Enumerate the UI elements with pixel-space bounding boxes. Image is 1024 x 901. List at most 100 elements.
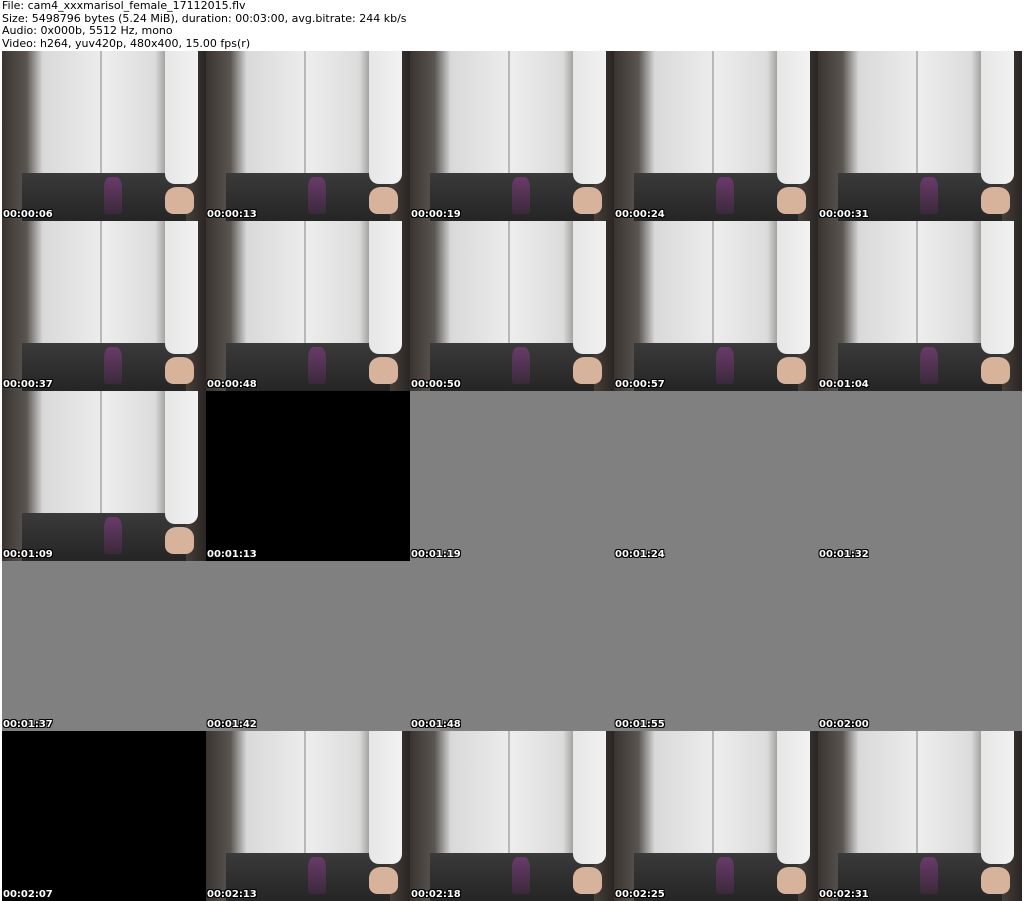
timestamp-label: 00:01:32: [819, 549, 869, 560]
frame-image: [818, 391, 1022, 561]
frame-image: [410, 221, 614, 391]
frame-bottle: [716, 856, 735, 895]
thumbnail-frame: 00:01:48: [410, 561, 614, 731]
frame-hand: [369, 187, 398, 215]
frame-zip: [507, 221, 510, 344]
frame-zip: [711, 731, 714, 854]
thumbnail-frame: 00:01:19: [410, 391, 614, 561]
frame-hand: [981, 187, 1010, 215]
frame-hand: [777, 187, 806, 215]
thumbnail-frame: 00:00:19: [410, 51, 614, 221]
frame-hand: [573, 867, 602, 895]
frame-sleeve: [777, 731, 810, 864]
timestamp-label: 00:00:50: [411, 379, 461, 390]
audio-info-line: Audio: 0x000b, 5512 Hz, mono: [2, 24, 173, 37]
thumbnail-frame: 00:01:24: [614, 391, 818, 561]
frame-sleeve: [369, 51, 402, 184]
frame-sleeve: [981, 731, 1014, 864]
timestamp-label: 00:02:00: [819, 719, 869, 730]
timestamp-label: 00:00:31: [819, 209, 869, 220]
thumbnail-frame: 00:01:32: [818, 391, 1022, 561]
frame-bottle: [104, 516, 123, 555]
frame-zip: [303, 51, 306, 174]
timestamp-label: 00:01:48: [411, 719, 461, 730]
file-name-line: File: cam4_xxxmarisol_female_17112015.fl…: [2, 0, 246, 12]
frame-image: [614, 561, 818, 731]
frame-bottle: [308, 176, 327, 215]
frame-hand: [573, 357, 602, 385]
thumbnail-frame: 00:02:13: [206, 731, 410, 901]
thumbnail-frame: 00:01:37: [2, 561, 206, 731]
frame-image: [2, 391, 206, 561]
frame-sleeve: [777, 221, 810, 354]
frame-image: [206, 561, 410, 731]
thumbnail-frame: 00:02:00: [818, 561, 1022, 731]
frame-bottle: [512, 856, 531, 895]
frame-bottle: [512, 346, 531, 385]
frame-hand: [777, 357, 806, 385]
frame-sleeve: [981, 51, 1014, 184]
frame-hand: [369, 357, 398, 385]
frame-sleeve: [573, 221, 606, 354]
frame-zip: [915, 731, 918, 854]
frame-sleeve: [369, 731, 402, 864]
frame-zip: [303, 221, 306, 344]
thumbnail-frame: 00:02:31: [818, 731, 1022, 901]
frame-bottle: [920, 346, 939, 385]
frame-bottle: [920, 856, 939, 895]
timestamp-label: 00:02:25: [615, 889, 665, 900]
timestamp-label: 00:02:18: [411, 889, 461, 900]
frame-image: [2, 221, 206, 391]
video-info-line: Video: h264, yuv420p, 480x400, 15.00 fps…: [2, 36, 251, 50]
thumbnail-frame: 00:01:04: [818, 221, 1022, 391]
frame-sleeve: [777, 51, 810, 184]
frame-zip: [915, 51, 918, 174]
frame-bottle: [104, 176, 123, 215]
frame-image: [818, 731, 1022, 901]
timestamp-label: 00:00:13: [207, 209, 257, 220]
timestamp-label: 00:02:07: [3, 889, 53, 900]
frame-image: [818, 561, 1022, 731]
thumbnail-frame: 00:00:37: [2, 221, 206, 391]
frame-hand: [165, 187, 194, 215]
timestamp-label: 00:01:04: [819, 379, 869, 390]
timestamp-label: 00:01:13: [207, 549, 257, 560]
frame-image: [206, 51, 410, 221]
frame-image: [818, 221, 1022, 391]
frame-image: [410, 391, 614, 561]
thumbnail-frame: 00:02:07: [2, 731, 206, 901]
frame-zip: [507, 731, 510, 854]
frame-zip: [507, 51, 510, 174]
timestamp-label: 00:00:24: [615, 209, 665, 220]
frame-hand: [165, 527, 194, 555]
timestamp-label: 00:00:37: [3, 379, 53, 390]
frame-sleeve: [165, 51, 198, 184]
frame-image: [206, 391, 410, 561]
frame-zip: [915, 221, 918, 344]
timestamp-label: 00:01:55: [615, 719, 665, 730]
frame-image: [206, 221, 410, 391]
timestamp-label: 00:01:24: [615, 549, 665, 560]
frame-sleeve: [573, 731, 606, 864]
thumbnail-frame: 00:01:55: [614, 561, 818, 731]
frame-image: [818, 51, 1022, 221]
frame-hand: [981, 357, 1010, 385]
timestamp-label: 00:00:48: [207, 379, 257, 390]
thumbnail-grid: 00:00:06 00:00:13 00:00:19 00:00:24 00:00:31…: [2, 51, 1022, 901]
frame-sleeve: [573, 51, 606, 184]
frame-hand: [165, 357, 194, 385]
thumbnail-frame: 00:00:06: [2, 51, 206, 221]
frame-zip: [711, 221, 714, 344]
frame-bottle: [308, 346, 327, 385]
thumbnail-frame: 00:02:18: [410, 731, 614, 901]
frame-bottle: [920, 176, 939, 215]
frame-sleeve: [369, 221, 402, 354]
frame-zip: [99, 51, 102, 174]
file-info-header: File: cam4_xxxmarisol_female_17112015.fl…: [2, 0, 407, 50]
frame-zip: [99, 391, 102, 514]
timestamp-label: 00:00:19: [411, 209, 461, 220]
timestamp-label: 00:00:57: [615, 379, 665, 390]
frame-hand: [777, 867, 806, 895]
timestamp-label: 00:01:19: [411, 549, 461, 560]
frame-zip: [711, 51, 714, 174]
